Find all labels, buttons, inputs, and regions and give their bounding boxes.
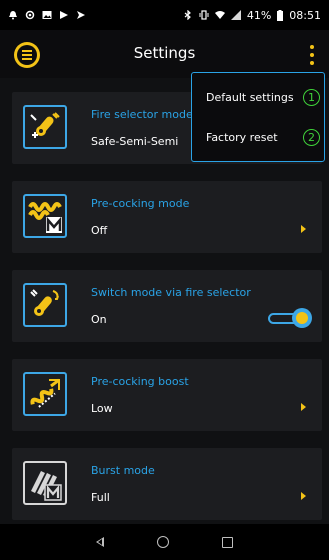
menu-item-label: Default settings xyxy=(206,90,294,104)
status-bar: 41% 08:51 xyxy=(0,0,329,30)
setting-title: Pre-cocking mode xyxy=(91,197,190,210)
pre-cocking-icon xyxy=(23,194,67,238)
chevron-right-icon xyxy=(301,492,306,500)
vibrate-icon xyxy=(199,10,209,20)
play-icon xyxy=(60,11,68,19)
clock: 08:51 xyxy=(289,8,321,22)
menu-item-default-settings[interactable]: Default settings 1 xyxy=(192,77,326,117)
play-alt-icon xyxy=(77,11,85,19)
toggle-knob xyxy=(292,308,312,328)
overflow-menu: Default settings 1 Factory reset 2 xyxy=(191,72,325,162)
recent-apps-icon[interactable] xyxy=(221,536,233,548)
battery-icon xyxy=(277,9,284,21)
setting-title: Switch mode via fire selector xyxy=(91,286,251,299)
setting-pre-cocking-boost[interactable]: Pre-cocking boost Low xyxy=(12,359,322,431)
system-nav-bar xyxy=(0,524,329,560)
home-icon[interactable] xyxy=(156,536,169,548)
back-icon[interactable] xyxy=(96,537,105,547)
switch-mode-icon xyxy=(23,283,67,327)
setting-value: Off xyxy=(91,224,108,237)
bluetooth-icon xyxy=(184,10,191,20)
image-icon xyxy=(42,11,52,19)
chevron-right-icon xyxy=(301,225,306,233)
notification-icon xyxy=(9,11,17,20)
menu-item-label: Factory reset xyxy=(206,130,278,144)
more-vert-icon[interactable] xyxy=(307,45,317,65)
setting-title: Fire selector mode xyxy=(91,108,193,121)
menu-item-factory-reset[interactable]: Factory reset 2 xyxy=(192,117,326,157)
setting-pre-cocking-mode[interactable]: Pre-cocking mode Off xyxy=(12,181,322,253)
signal-icon xyxy=(230,10,241,20)
setting-value: Low xyxy=(91,402,113,415)
burst-mode-icon xyxy=(23,461,67,505)
setting-value: Full xyxy=(91,491,110,504)
switch-mode-toggle[interactable] xyxy=(268,308,312,328)
wifi-icon xyxy=(214,11,225,19)
setting-burst-mode[interactable]: Burst mode Full xyxy=(12,448,322,520)
settings-icon xyxy=(25,10,35,20)
setting-title: Burst mode xyxy=(91,464,155,477)
marker-badge: 1 xyxy=(303,88,320,106)
marker-badge: 2 xyxy=(303,128,320,146)
page-title: Settings xyxy=(133,44,196,62)
setting-title: Pre-cocking boost xyxy=(91,375,189,388)
setting-value: On xyxy=(91,313,107,326)
setting-value: Safe-Semi-Semi xyxy=(91,135,179,148)
chevron-right-icon xyxy=(301,403,306,411)
pre-cocking-boost-icon xyxy=(23,372,67,416)
app-bar: Settings xyxy=(0,30,329,78)
battery-percent: 41% xyxy=(246,8,272,22)
fire-selector-icon xyxy=(23,105,67,149)
setting-switch-mode-via-fire-selector[interactable]: Switch mode via fire selector On xyxy=(12,270,322,342)
